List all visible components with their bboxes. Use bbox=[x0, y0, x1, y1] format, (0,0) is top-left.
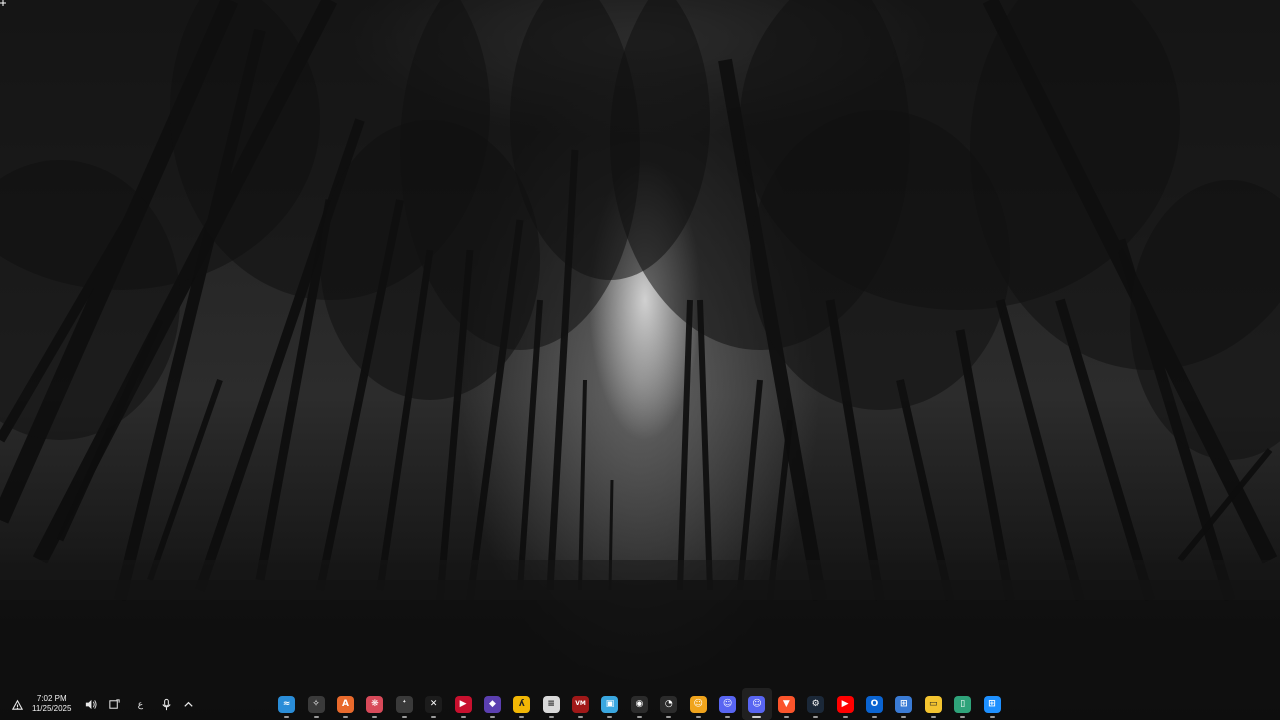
running-indicator bbox=[548, 716, 554, 718]
discord-icon: ☺ bbox=[748, 695, 766, 713]
taskbar-app-notepad[interactable]: ≡ bbox=[537, 688, 566, 720]
youtube-icon: ▶ bbox=[836, 695, 854, 713]
running-indicator bbox=[460, 716, 466, 718]
running-indicator bbox=[372, 716, 378, 718]
running-indicator bbox=[695, 716, 701, 718]
desktop-wallpaper bbox=[0, 0, 1280, 720]
running-indicator bbox=[901, 716, 907, 718]
running-indicator bbox=[401, 716, 407, 718]
running-indicator bbox=[578, 716, 584, 718]
running-indicator bbox=[666, 716, 672, 718]
taskbar-app-player[interactable]: ▶ bbox=[448, 688, 477, 720]
forest-illustration bbox=[0, 0, 1280, 720]
running-indicator bbox=[960, 716, 966, 718]
taskbar-app-voicemeeter[interactable]: VM bbox=[566, 688, 595, 720]
start-icon: ⊞ bbox=[983, 695, 1001, 713]
running-indicator bbox=[752, 716, 762, 718]
clock-time: 7:02 PM bbox=[36, 694, 67, 703]
system-tray: 7:02 PM 11/25/2025 ع bbox=[8, 688, 197, 720]
taskbar-app-file-explorer[interactable]: ▭ bbox=[919, 688, 948, 720]
obs-icon: ◉ bbox=[630, 695, 648, 713]
clock-date: 11/25/2025 bbox=[32, 704, 72, 713]
running-indicator bbox=[489, 716, 495, 718]
taskbar-app-store[interactable]: ⊞ bbox=[889, 688, 918, 720]
steam-icon: ⚙ bbox=[807, 695, 825, 713]
taskbar-app-brave[interactable]: ▼ bbox=[772, 688, 801, 720]
taskbar-app-feather[interactable]: ᐩ bbox=[390, 688, 419, 720]
file-explorer-icon: ▭ bbox=[924, 695, 942, 713]
taskbar-app-widgets[interactable]: ≈ bbox=[272, 688, 301, 720]
running-indicator bbox=[842, 716, 848, 718]
player-icon: ▶ bbox=[454, 695, 472, 713]
running-indicator bbox=[607, 716, 613, 718]
taskbar-app-discord[interactable]: ☺ bbox=[742, 688, 772, 720]
gift-icon: ❋ bbox=[366, 695, 384, 713]
brave-icon: ▼ bbox=[777, 695, 795, 713]
taskbar-app-files[interactable]: ▯ bbox=[948, 688, 977, 720]
store-icon: ⊞ bbox=[895, 695, 913, 713]
taskbar-app-diamond[interactable]: ◆ bbox=[478, 688, 507, 720]
voicemeeter-icon: VM bbox=[572, 695, 590, 713]
speed-icon: ◔ bbox=[660, 695, 678, 713]
taskbar-app-capcut[interactable]: ✕ bbox=[419, 688, 448, 720]
running-indicator bbox=[636, 716, 642, 718]
running-indicator bbox=[431, 716, 437, 718]
taskbar-app-discord-ptb[interactable]: ☺ bbox=[713, 688, 742, 720]
chevron-up-icon[interactable] bbox=[179, 695, 197, 713]
files-icon: ▯ bbox=[954, 695, 972, 713]
diamond-icon: ◆ bbox=[483, 695, 501, 713]
feather-icon: ᐩ bbox=[395, 695, 413, 713]
pinned-apps: ≈ ✧ A ❋ ᐩ ✕ ▶ ◆ ʎ ≡ VM ▣ ◉ ◔ ☺ ☺ ☺ ▼ ⚙ ▶ O ⊞ ▭ ▯ ⊞ bbox=[272, 688, 1007, 720]
outlook-icon: O bbox=[866, 695, 883, 713]
taskbar-app-steam[interactable]: ⚙ bbox=[801, 688, 830, 720]
running-indicator bbox=[725, 716, 731, 718]
taskbar: 7:02 PM 11/25/2025 ع ≈ ✧ A ❋ ᐩ ✕ ▶ ◆ ʎ ≡ VM ▣ ◉ ◔ ☺ ☺ ☺ ▼… bbox=[0, 688, 1280, 720]
discord-ptb-icon: ☺ bbox=[719, 695, 737, 713]
taskbar-app-affinity[interactable]: A bbox=[331, 688, 360, 720]
affinity-icon: A bbox=[336, 695, 354, 713]
taskbar-app-discord-canary[interactable]: ☺ bbox=[683, 688, 712, 720]
taskbar-app-seal[interactable]: ✧ bbox=[301, 688, 330, 720]
taskbar-app-gift[interactable]: ❋ bbox=[360, 688, 389, 720]
running-indicator bbox=[989, 716, 995, 718]
running-indicator bbox=[313, 716, 319, 718]
running-indicator bbox=[783, 716, 789, 718]
discord-canary-icon: ☺ bbox=[689, 695, 707, 713]
taskbar-app-photos[interactable]: ▣ bbox=[595, 688, 624, 720]
seal-icon: ✧ bbox=[307, 695, 325, 713]
running-indicator bbox=[342, 716, 348, 718]
windows-update-icon[interactable] bbox=[105, 695, 123, 713]
taskbar-app-youtube[interactable]: ▶ bbox=[830, 688, 859, 720]
cursor-icon bbox=[0, 0, 6, 6]
running-indicator bbox=[519, 716, 525, 718]
photos-icon: ▣ bbox=[601, 695, 619, 713]
taskbar-app-start[interactable]: ⊞ bbox=[977, 688, 1006, 720]
taskbar-app-speed[interactable]: ◔ bbox=[654, 688, 683, 720]
clock[interactable]: 7:02 PM 11/25/2025 bbox=[32, 688, 71, 720]
running-indicator bbox=[813, 716, 819, 718]
notepad-icon: ≡ bbox=[542, 695, 560, 713]
widgets-icon: ≈ bbox=[278, 695, 296, 713]
taskbar-app-arc[interactable]: ʎ bbox=[507, 688, 536, 720]
taskbar-app-outlook[interactable]: O bbox=[860, 688, 889, 720]
input-language-indicator[interactable]: ع bbox=[133, 688, 147, 720]
microphone-icon[interactable] bbox=[157, 695, 175, 713]
running-indicator bbox=[872, 716, 877, 718]
volume-icon[interactable] bbox=[81, 695, 99, 713]
arc-icon: ʎ bbox=[513, 695, 531, 713]
running-indicator bbox=[284, 716, 290, 718]
network-icon[interactable] bbox=[8, 695, 26, 713]
capcut-icon: ✕ bbox=[425, 695, 443, 713]
taskbar-app-obs[interactable]: ◉ bbox=[625, 688, 654, 720]
running-indicator bbox=[930, 716, 936, 718]
